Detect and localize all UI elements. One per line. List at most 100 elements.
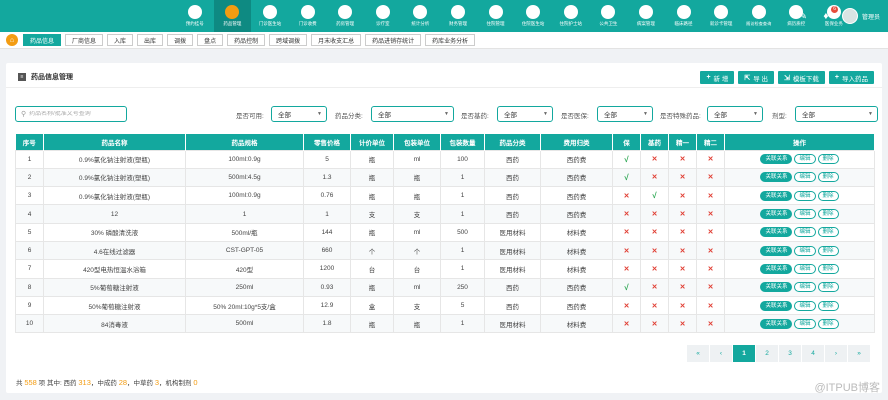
institutional-count: 0 (193, 378, 198, 387)
delete-button[interactable]: 删除 (817, 282, 839, 293)
nav-item-9[interactable]: 住院医生站 (514, 0, 552, 32)
page-button[interactable]: ‹ (710, 345, 732, 362)
edit-button[interactable]: 编辑 (794, 245, 816, 256)
nav-item-14[interactable]: 就诊卡管理 (702, 0, 740, 32)
table-row: 3 0.9%氯化钠注射液(塑瓶) 100ml:0.9g 0.76 瓶瓶 1 西药 西药费 ✕ √ ✕… (15, 186, 875, 206)
nav-item-0[interactable]: 预约挂号 (176, 0, 214, 32)
edit-button[interactable]: 编辑 (794, 209, 816, 220)
tab-6[interactable]: 药品控制 (227, 34, 266, 46)
relation-button[interactable]: 关联关系 (760, 154, 793, 165)
edit-button[interactable]: 编辑 (794, 154, 816, 165)
page-button[interactable]: 2 (756, 345, 778, 362)
essential-select[interactable]: 全部 ▼ (497, 106, 553, 122)
delete-button[interactable]: 删除 (817, 300, 839, 311)
form-select[interactable]: 全部 ▼ (795, 106, 878, 122)
special-select[interactable]: 全部 ▼ (707, 106, 763, 122)
tab-7[interactable]: 跨域调拨 (269, 34, 308, 46)
nav-item-12[interactable]: 病案管理 (627, 0, 665, 32)
bell-icon[interactable]: ♦ 6 (820, 5, 838, 22)
relation-button[interactable]: 关联关系 (760, 263, 793, 274)
edit-icon[interactable]: ✎ (796, 11, 810, 22)
edit-button[interactable]: 编辑 (794, 300, 816, 311)
username[interactable]: 管理员 (862, 12, 880, 21)
nav-item-6[interactable]: 统计分析 (402, 0, 440, 32)
cell-ins: ✕ (612, 259, 641, 279)
delete-button[interactable]: 删除 (817, 263, 839, 274)
export-button[interactable]: ⇱ 导 出 (738, 71, 775, 84)
relation-button[interactable]: 关联关系 (760, 245, 793, 256)
tab-0[interactable]: 药品信息 (23, 34, 62, 46)
add-button[interactable]: + 新 增 (700, 71, 735, 84)
delete-button[interactable]: 删除 (817, 227, 839, 238)
tab-3[interactable]: 出库 (137, 34, 164, 46)
page-button[interactable]: 3 (779, 345, 801, 362)
cell-name: 0.9%氯化钠注射液(塑瓶) (43, 149, 186, 169)
nav-item-11[interactable]: 公共卫生 (590, 0, 628, 32)
nav-item-2[interactable]: 门诊医生站 (251, 0, 289, 32)
edit-button[interactable]: 编辑 (794, 318, 816, 329)
relation-button[interactable]: 关联关系 (760, 282, 793, 293)
nav-item-4[interactable]: 药房管理 (326, 0, 364, 32)
category-select[interactable]: 全部 ▼ (371, 106, 454, 122)
search-input[interactable] (29, 111, 120, 117)
nav-item-7[interactable]: 财务管理 (439, 0, 477, 32)
available-select[interactable]: 全部 ▼ (271, 106, 327, 122)
cell-essential: ✕ (640, 222, 669, 242)
patent-count: 28 (118, 378, 128, 387)
cell-spec: 1 (185, 204, 304, 224)
tab-9[interactable]: 药品进销存统计 (365, 34, 422, 46)
relation-button[interactable]: 关联关系 (760, 190, 793, 201)
cross-icon: ✕ (679, 320, 686, 328)
delete-button[interactable]: 删除 (817, 245, 839, 256)
page-button[interactable]: 1 (733, 345, 755, 362)
nav-item-8[interactable]: 住院管理 (477, 0, 515, 32)
page-button[interactable]: › (825, 345, 847, 362)
relation-button[interactable]: 关联关系 (760, 172, 793, 183)
cross-icon: ✕ (623, 265, 630, 273)
cell-fee: 材料费 (540, 314, 613, 334)
cross-icon: ✕ (707, 229, 714, 237)
tab-10[interactable]: 药库业务分析 (425, 34, 476, 46)
cell-price: 12.9 (303, 295, 351, 316)
relation-button[interactable]: 关联关系 (760, 227, 793, 238)
tab-2[interactable]: 入库 (107, 34, 134, 46)
notification-badge: 6 (831, 5, 838, 13)
nav-item-3[interactable]: 门诊收费 (289, 0, 327, 32)
tab-1[interactable]: 厂商信息 (65, 34, 104, 46)
relation-button[interactable]: 关联关系 (760, 300, 793, 311)
search-box[interactable]: ⚲ (15, 106, 127, 122)
delete-button[interactable]: 删除 (817, 209, 839, 220)
edit-button[interactable]: 编辑 (794, 190, 816, 201)
nav-item-15[interactable]: 随访检查查询 (740, 0, 778, 32)
avatar[interactable] (841, 8, 858, 24)
import-button[interactable]: + 导入药品 (828, 71, 874, 84)
cell-unit: 瓶 (350, 167, 394, 188)
page-button[interactable]: » (848, 345, 870, 362)
home-icon[interactable]: ⌂ (6, 34, 18, 46)
delete-button[interactable]: 删除 (817, 154, 839, 165)
tab-5[interactable]: 盘点 (197, 34, 224, 46)
page-button[interactable]: 4 (802, 345, 824, 362)
cell-unit: 盒 (350, 295, 394, 316)
nav-item-label: 诊疗室 (376, 21, 390, 26)
relation-button[interactable]: 关联关系 (760, 318, 793, 329)
tab-4[interactable]: 调拨 (167, 34, 194, 46)
cell-ins: ✕ (612, 204, 641, 224)
delete-button[interactable]: 删除 (817, 190, 839, 201)
edit-button[interactable]: 编辑 (794, 282, 816, 293)
delete-button[interactable]: 删除 (817, 172, 839, 183)
relation-button[interactable]: 关联关系 (760, 209, 793, 220)
insurance-select[interactable]: 全部 ▼ (597, 106, 653, 122)
nav-item-13[interactable]: 临床路径 (665, 0, 703, 32)
edit-button[interactable]: 编辑 (794, 227, 816, 238)
edit-button[interactable]: 编辑 (794, 172, 816, 183)
nav-item-1[interactable]: 药品管理 (213, 0, 252, 32)
nav-item-10[interactable]: 住院护士站 (552, 0, 590, 32)
cell-category: 西药 (484, 277, 541, 297)
edit-button[interactable]: 编辑 (794, 263, 816, 274)
tab-8[interactable]: 月末收支汇总 (311, 34, 362, 46)
delete-button[interactable]: 删除 (817, 318, 839, 329)
page-button[interactable]: « (687, 345, 709, 362)
nav-item-5[interactable]: 诊疗室 (364, 0, 402, 32)
template-download-button[interactable]: ⇲ 模板下载 (778, 71, 825, 84)
